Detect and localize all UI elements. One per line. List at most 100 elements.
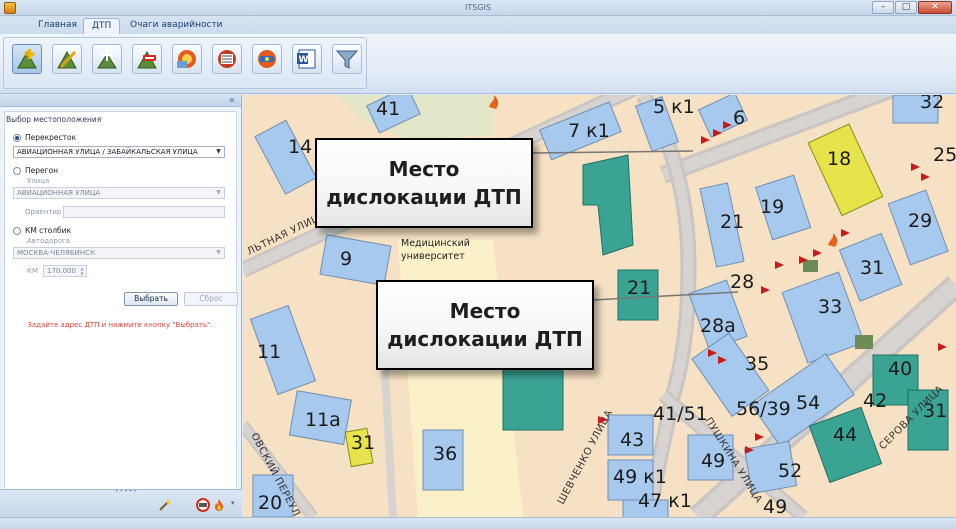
- callout-accident-location-1: Место дислокации ДТП: [315, 138, 533, 228]
- street-select[interactable]: АВИАЦИОННАЯ УЛИЦА ▼: [13, 187, 225, 199]
- hint-text: Задайте адрес ДТП и нажмите кнопку "Выбр…: [27, 321, 213, 329]
- building-number: 19: [760, 196, 784, 218]
- chevron-down-icon[interactable]: ▾: [231, 499, 235, 507]
- ribbon-group-accidents: W: [3, 37, 367, 89]
- road-select[interactable]: МОСКВА-ЧЕЛЯБИНСК ▼: [13, 247, 225, 259]
- street-label: Улица: [27, 177, 50, 185]
- section-title: Выбор местоположения: [6, 115, 102, 124]
- building-number: 35: [745, 353, 769, 375]
- callout-2-line2: дислокации ДТП: [387, 327, 583, 351]
- building-number: 49: [701, 450, 725, 472]
- building-number: 7 к1: [568, 120, 610, 142]
- accident-card-icon[interactable]: [172, 44, 202, 74]
- km-value: 170.000: [47, 267, 76, 275]
- radio-intersection-dot[interactable]: [13, 133, 21, 142]
- chevron-down-icon[interactable]: ▼: [213, 248, 224, 258]
- callout-1-line2: дислокации ДТП: [326, 185, 522, 209]
- tab-hotspots[interactable]: Очаги аварийности: [122, 18, 231, 34]
- radio-km-post-dot[interactable]: [13, 226, 21, 235]
- callout-2-line1: Место: [449, 299, 521, 323]
- building-number: 5 к1: [653, 96, 695, 118]
- chevron-down-icon[interactable]: ▼: [213, 147, 224, 157]
- road-value: МОСКВА-ЧЕЛЯБИНСК: [17, 249, 96, 257]
- fire-icon[interactable]: [212, 498, 226, 512]
- building-number: 43: [620, 429, 644, 451]
- accident-marker-icon[interactable]: [196, 498, 210, 512]
- building-number: 49: [763, 496, 787, 517]
- filter-icon[interactable]: [332, 44, 362, 74]
- ribbon-tabs: Главная ДТП Очаги аварийности: [0, 16, 956, 34]
- km-input[interactable]: 170.000 ▲ ▼: [43, 265, 87, 277]
- building-number: 47 к1: [638, 490, 692, 512]
- accident-list-icon[interactable]: [212, 44, 242, 74]
- building-number: 14: [288, 136, 312, 158]
- building-number: 6: [733, 107, 745, 129]
- road-label: Автодорога: [27, 237, 71, 245]
- landmark-input[interactable]: [63, 206, 225, 218]
- building-number: 29: [908, 210, 932, 232]
- building-number: 54: [796, 392, 820, 414]
- edit-accident-icon[interactable]: [52, 44, 82, 74]
- title-bar: ITSGIS – □ ✕: [0, 0, 956, 16]
- building-number: 21: [627, 277, 651, 299]
- building-number: 11а: [305, 409, 341, 431]
- street-value: АВИАЦИОННАЯ УЛИЦА: [17, 189, 101, 197]
- radio-segment-dot[interactable]: [13, 166, 21, 175]
- building-number: 56/39: [736, 398, 791, 420]
- building-number: 9: [340, 248, 352, 270]
- building-number: 41: [376, 98, 400, 120]
- accident-report-icon[interactable]: [252, 44, 282, 74]
- stepper-icon[interactable]: ▲ ▼: [78, 266, 86, 276]
- add-accident-icon[interactable]: [12, 44, 42, 74]
- building-number: 44: [833, 424, 857, 446]
- panel-body: Выбор местоположения Перекресток АВИАЦИО…: [4, 111, 238, 503]
- callout-accident-location-2: Место дислокации ДТП: [376, 280, 594, 370]
- magic-wand-icon[interactable]: [158, 498, 172, 512]
- maximize-icon[interactable]: □: [895, 1, 917, 14]
- delete-accident-icon[interactable]: [132, 44, 162, 74]
- building-number: 21: [720, 211, 744, 233]
- close-icon[interactable]: ✕: [918, 1, 952, 14]
- radio-segment[interactable]: Перегон: [13, 166, 58, 175]
- building-number: 41/51: [653, 403, 708, 425]
- building-number: 40: [888, 358, 912, 380]
- tab-accidents[interactable]: ДТП: [83, 18, 121, 34]
- ribbon: W: [0, 34, 956, 94]
- building-number: 11: [257, 341, 281, 363]
- radio-intersection[interactable]: Перекресток: [13, 133, 76, 142]
- app-window: ITSGIS – □ ✕ Главная ДТП Очаги аварийнос…: [0, 0, 956, 529]
- select-button[interactable]: Выбрать: [124, 292, 178, 306]
- building-number: 49 к1: [613, 466, 667, 488]
- panel-footer: ••••• ▾: [0, 488, 242, 517]
- tab-main[interactable]: Главная: [30, 18, 85, 34]
- radio-intersection-label: Перекресток: [25, 133, 77, 142]
- location-panel: « Выбор местоположения Перекресток АВИАЦ…: [0, 95, 242, 517]
- panel-header: «: [0, 95, 241, 107]
- building-number: 52: [778, 460, 802, 482]
- move-accident-icon[interactable]: [92, 44, 122, 74]
- landmark-label: Ориентир: [25, 208, 62, 216]
- building-number: 18: [827, 148, 851, 170]
- radio-km-post[interactable]: КМ столбик: [13, 226, 71, 235]
- institute-label-line1: Медицинский: [401, 238, 470, 249]
- map-view[interactable]: 41 5 к1 6 32 7 к1 14 18 25 21 19 29 9 31…: [243, 95, 956, 517]
- building-number: 28а: [700, 315, 736, 337]
- chevron-down-icon[interactable]: ▼: [213, 188, 224, 198]
- building-number: 36: [433, 443, 457, 465]
- window-controls: – □ ✕: [872, 1, 952, 14]
- resize-grip-icon[interactable]: •••••: [115, 488, 138, 495]
- building-number: 42: [863, 390, 887, 412]
- building-number: 20: [258, 492, 282, 514]
- collapse-panel-icon[interactable]: «: [229, 95, 235, 106]
- window-title: ITSGIS: [465, 3, 491, 12]
- status-bar: [0, 517, 956, 529]
- building-number: 31: [860, 257, 884, 279]
- callout-1-line1: Место: [388, 157, 460, 181]
- word-export-icon[interactable]: W: [292, 44, 322, 74]
- building-number: 25: [933, 144, 956, 166]
- reset-button[interactable]: Сброс: [184, 292, 238, 306]
- intersection-value: АВИАЦИОННАЯ УЛИЦА / ЗАБАЙКАЛЬСКАЯ УЛИЦА: [17, 148, 198, 156]
- intersection-select[interactable]: АВИАЦИОННАЯ УЛИЦА / ЗАБАЙКАЛЬСКАЯ УЛИЦА …: [13, 146, 225, 158]
- institute-label-line2: университет: [401, 251, 465, 262]
- minimize-icon[interactable]: –: [872, 1, 894, 14]
